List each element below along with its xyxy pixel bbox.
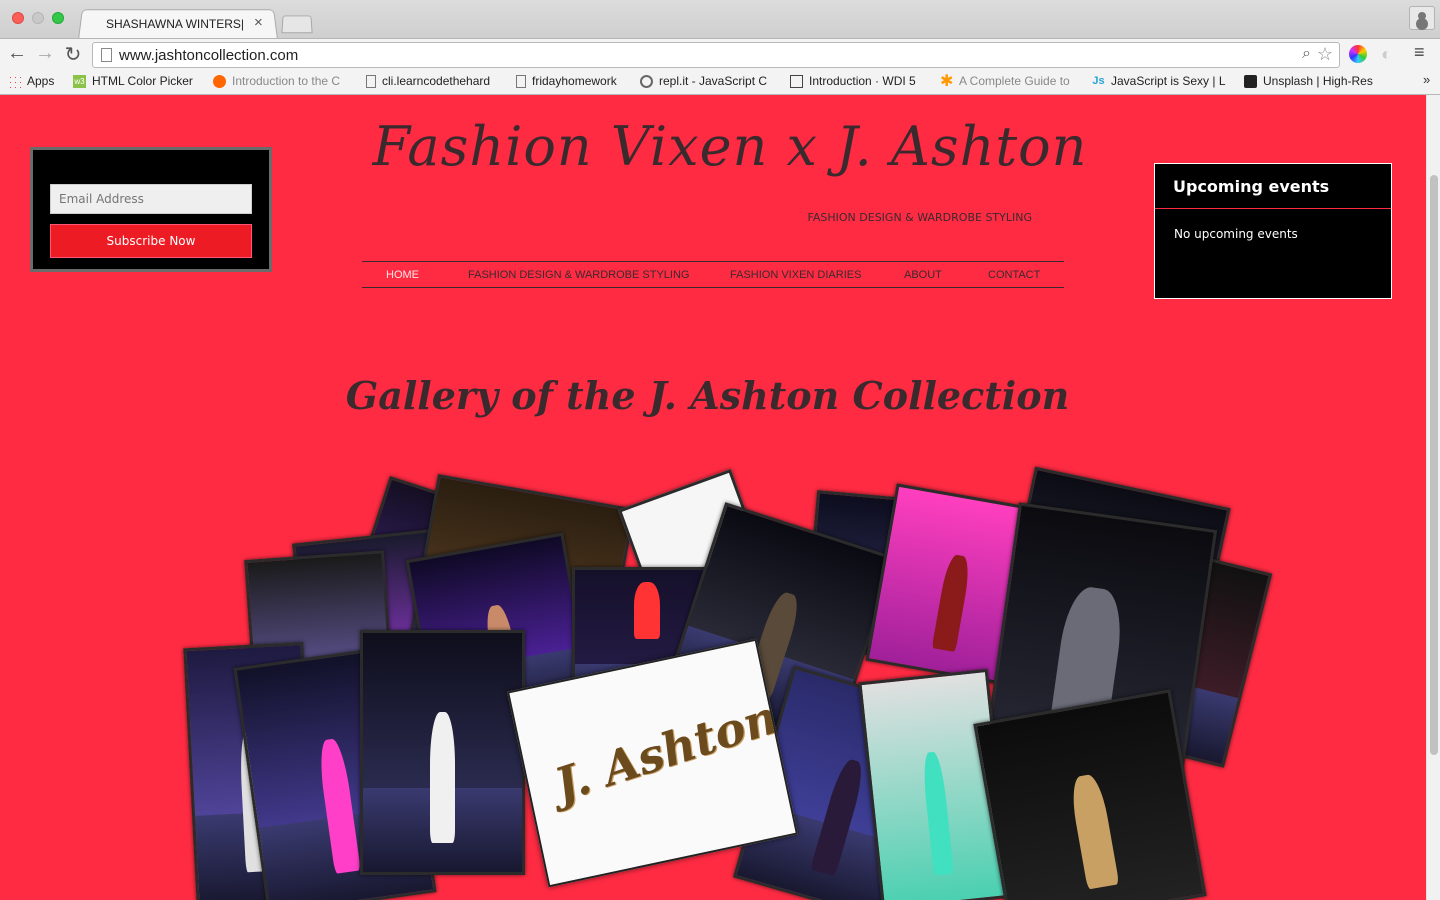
tab-close-icon[interactable]: × [254,14,263,31]
bookmark-introduction-to-c[interactable]: Introduction to the C [213,74,348,88]
js-icon: Js [1092,74,1105,87]
bookmark-cli-learncodethehard[interactable]: cli.learncodethehard [366,74,498,88]
gallery-photo[interactable] [973,689,1207,900]
apps-grid-icon [8,74,21,88]
codecademy-icon [213,74,226,88]
page-icon [101,48,112,62]
nav-item-home[interactable]: HOME [386,269,419,281]
w3schools-icon: w3 [73,74,86,88]
search-icon[interactable]: ⌕ [1302,45,1311,63]
page-icon [366,74,376,88]
email-field[interactable] [50,184,252,214]
browser-chrome: SHASHAWNA WINTERS| J. × ← → ↻ www.jashto… [0,0,1440,95]
browser-toolbar: ← → ↻ www.jashtoncollection.com ⌕ ☆ [0,38,1440,70]
bookmark-fridayhomework[interactable]: fridayhomework [516,74,626,88]
bookmark-unsplash[interactable]: Unsplash | High-Res [1244,74,1380,88]
reload-icon[interactable]: ↻ [61,42,85,67]
camera-icon [1244,74,1257,88]
bookmark-star-icon[interactable]: ☆ [1317,44,1333,65]
site-tagline: FASHION DESIGN & WARDROBE STYLING [807,211,1032,224]
page-icon [516,74,526,88]
events-divider [1155,208,1391,209]
brand-logo-text: J. Ashton [548,689,785,813]
nav-item-about[interactable]: ABOUT [904,269,942,281]
page-scrollbar[interactable] [1426,95,1440,900]
window-maximize-button[interactable] [52,12,64,24]
newsletter-subscribe-box: Subscribe Now [30,147,272,272]
new-tab-button[interactable] [281,15,313,34]
bookmark-javascript-is-sexy[interactable]: Js JavaScript is Sexy | L [1092,74,1228,88]
address-bar[interactable]: www.jashtoncollection.com ⌕ ☆ [92,42,1340,68]
bookmark-introduction-wdi[interactable]: Introduction · WDI 5 [790,74,922,88]
events-title: Upcoming events [1173,177,1330,196]
bookmark-replit[interactable]: repl.it - JavaScript C [640,74,774,88]
window-minimize-button[interactable] [32,12,44,24]
css-tricks-icon: ✱ [940,74,954,88]
bookmark-apps[interactable]: Apps [8,74,60,88]
site-title[interactable]: Fashion Vixen x J. Ashton [360,115,1100,178]
nav-item-fashion-design[interactable]: FASHION DESIGN & WARDROBE STYLING [468,269,689,281]
scrollbar-thumb[interactable] [1430,175,1438,755]
profile-icon[interactable] [1409,6,1435,30]
upcoming-events-widget: Upcoming events No upcoming events [1154,163,1392,299]
gallery-photo[interactable] [360,630,525,875]
back-arrow-icon[interactable]: ← [5,42,29,65]
subscribe-button[interactable]: Subscribe Now [50,224,252,258]
bookmarks-bar: Apps w3 HTML Color Picker Introduction t… [0,70,1440,95]
gallery-title: Gallery of the J. Ashton Collection [345,373,1070,418]
url-text[interactable]: www.jashtoncollection.com [119,47,298,64]
events-empty-message: No upcoming events [1174,227,1298,241]
nav-item-contact[interactable]: CONTACT [988,269,1040,281]
nav-item-fashion-vixen-diaries[interactable]: FASHION VIXEN DIARIES [730,269,861,281]
bookmark-complete-guide[interactable]: ✱ A Complete Guide to [940,74,1076,88]
color-picker-extension-icon[interactable] [1349,45,1367,63]
main-navigation: HOME FASHION DESIGN & WARDROBE STYLING F… [362,261,1064,288]
tab-title: SHASHAWNA WINTERS| J. [106,17,246,31]
forward-arrow-icon[interactable]: → [33,42,57,65]
window-close-button[interactable] [12,12,24,24]
replit-icon [640,74,653,88]
webpage: J. Ashton Subscribe Now Fashion Vixen x … [0,95,1426,900]
menu-icon[interactable]: ≡ [1414,42,1425,63]
tab-strip: SHASHAWNA WINTERS| J. × [0,0,1440,40]
chevron-right-icon[interactable]: » [1423,72,1430,87]
bookmark-html-color-picker[interactable]: w3 HTML Color Picker [73,74,201,88]
book-icon [790,74,803,88]
extension-icon[interactable]: ◐ [1381,44,1392,65]
